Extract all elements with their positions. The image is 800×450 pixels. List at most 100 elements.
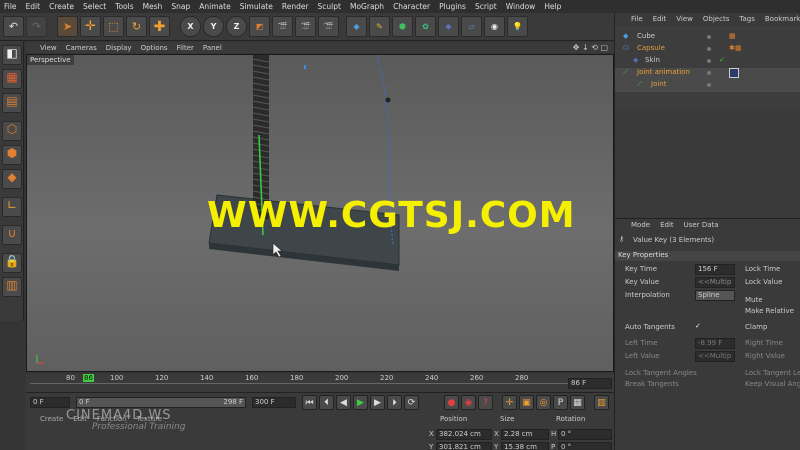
live-selection-button[interactable]: ➤ [57, 16, 78, 37]
add-deformer-button[interactable]: ◈ [438, 16, 459, 37]
rotation-h-field[interactable]: 0 ° [558, 429, 612, 440]
menu-plugins[interactable]: Plugins [439, 2, 466, 11]
left-time-field[interactable]: -8.99 F [695, 338, 735, 349]
menu-window[interactable]: Window [506, 2, 536, 11]
y-axis-button[interactable]: Y [203, 16, 224, 37]
motion-scheme-button[interactable]: ▥ [594, 395, 609, 410]
prev-frame-button[interactable]: ◀ [336, 395, 351, 410]
menu-snap[interactable]: Snap [171, 2, 190, 11]
menu-animate[interactable]: Animate [199, 2, 230, 11]
end-time-field[interactable]: 300 F [252, 397, 296, 408]
loop-button[interactable]: ⟳ [404, 395, 419, 410]
texture-mode-button[interactable]: ▦ [2, 69, 22, 89]
undo-button[interactable]: ↶ [3, 16, 24, 37]
current-frame-marker[interactable]: 86 [83, 374, 94, 382]
menu-render[interactable]: Render [282, 2, 309, 11]
rotate-tool-button[interactable]: ↻ [126, 16, 147, 37]
redo-button[interactable]: ↷ [26, 16, 47, 37]
key-position-button[interactable]: ✛ [502, 395, 517, 410]
key-rotation-button[interactable]: ◎ [536, 395, 551, 410]
objects-menu-view[interactable]: View [676, 15, 693, 26]
key-parameter-button[interactable]: P [553, 395, 568, 410]
size-y-field[interactable]: 15.38 cm [501, 442, 549, 450]
next-key-button[interactable]: ⏵ [387, 395, 402, 410]
rotation-p-field[interactable]: 0 ° [558, 442, 612, 450]
objects-menu-tags[interactable]: Tags [739, 15, 755, 26]
add-spline-button[interactable]: ✎ [369, 16, 390, 37]
scale-tool-button[interactable]: ⬚ [103, 16, 124, 37]
menu-file[interactable]: File [4, 2, 17, 11]
position-x-field[interactable]: 382.024 cm [436, 429, 492, 440]
points-mode-button[interactable]: ⬡ [2, 121, 22, 141]
menu-edit[interactable]: Edit [26, 2, 41, 11]
viewport-menu-cameras[interactable]: Cameras [66, 44, 97, 52]
attr-menu-edit[interactable]: Edit [660, 221, 674, 232]
attr-menu-mode[interactable]: Mode [631, 221, 650, 232]
record-button[interactable]: ● [444, 395, 459, 410]
viewport-nav-icons[interactable]: ✥ ↓ ⟲ ▢ [573, 43, 608, 52]
keyframe-selection-button[interactable]: ? [478, 395, 493, 410]
recent-tool-button[interactable]: ✚ [149, 16, 170, 37]
object-row-skin[interactable]: ◈ Skin ✓ [615, 56, 800, 68]
objects-menu-edit[interactable]: Edit [653, 15, 667, 26]
model-mode-button[interactable]: ◧ [2, 45, 22, 65]
viewport-menu-filter[interactable]: Filter [177, 44, 194, 52]
interpolation-dropdown[interactable]: Spline [695, 290, 735, 301]
next-frame-button[interactable]: ▶ [370, 395, 385, 410]
polygons-mode-button[interactable]: ◆ [2, 169, 22, 189]
render-picture-viewer-button[interactable]: 🎬 [295, 16, 316, 37]
position-y-field[interactable]: 301.821 cm [436, 442, 492, 450]
add-camera-button[interactable]: ◉ [484, 16, 505, 37]
object-row-cube[interactable]: ◆ Cube ▦ [615, 32, 800, 44]
key-value-field[interactable]: <<Multip [695, 277, 735, 288]
menu-simulate[interactable]: Simulate [240, 2, 273, 11]
key-properties-section[interactable]: Key Properties [615, 251, 800, 261]
workplane-lock-button[interactable]: ▥ [2, 277, 22, 297]
workplane-mode-button[interactable]: ▤ [2, 93, 22, 113]
go-to-start-button[interactable]: ⏮ [302, 395, 317, 410]
object-row-joint-animation[interactable]: ⟋ Joint animation [615, 68, 800, 80]
z-axis-button[interactable]: Z [226, 16, 247, 37]
viewport-menu-view[interactable]: View [40, 44, 57, 52]
menu-character[interactable]: Character [393, 2, 430, 11]
end-frame-field[interactable]: 86 F [568, 378, 612, 389]
ik-tag-icon[interactable] [729, 68, 739, 78]
key-pla-button[interactable]: ▦ [570, 395, 585, 410]
menu-tools[interactable]: Tools [115, 2, 133, 11]
menu-mograph[interactable]: MoGraph [350, 2, 384, 11]
axis-mode-button[interactable]: ∟ [2, 197, 22, 217]
viewport-menu-panel[interactable]: Panel [203, 44, 222, 52]
lock-workplane-button[interactable]: 🔒 [2, 253, 22, 273]
timeline-ruler[interactable]: 80 86 100 120 140 160 180 200 220 240 26… [26, 374, 614, 392]
add-nurbs-button[interactable]: ⬢ [392, 16, 413, 37]
snap-button[interactable]: ∪ [2, 225, 22, 245]
material-menu-create[interactable]: Create [40, 415, 63, 423]
left-value-field[interactable]: <<Multip [695, 351, 735, 362]
objects-menu-bookmarks[interactable]: Bookmarks [765, 15, 800, 26]
x-axis-button[interactable]: X [180, 16, 201, 37]
size-x-field[interactable]: 2.28 cm [501, 429, 549, 440]
menu-sculpt[interactable]: Sculpt [318, 2, 341, 11]
viewport-menu-display[interactable]: Display [106, 44, 132, 52]
key-time-field[interactable]: 156 F [695, 264, 735, 275]
object-row-capsule[interactable]: ⬭ Capsule ✱▦ [615, 44, 800, 56]
add-cube-button[interactable]: ◆ [346, 16, 367, 37]
start-frame-field[interactable]: 0 F [30, 397, 70, 408]
render-settings-button[interactable]: 🎬 [318, 16, 339, 37]
viewport-menu-options[interactable]: Options [141, 44, 168, 52]
spline-point[interactable] [385, 97, 391, 103]
perspective-viewport[interactable]: Perspective WWW.CGTSJ.COM [26, 54, 614, 372]
menu-mesh[interactable]: Mesh [143, 2, 163, 11]
objects-menu-objects[interactable]: Objects [703, 15, 729, 26]
menu-create[interactable]: Create [49, 2, 74, 11]
add-floor-button[interactable]: ▱ [461, 16, 482, 37]
preview-range-slider[interactable]: 0 F 298 F [76, 397, 246, 408]
move-tool-button[interactable]: ✛ [80, 16, 101, 37]
menu-select[interactable]: Select [83, 2, 106, 11]
object-row-joint[interactable]: ⟋ Joint [615, 80, 800, 92]
edges-mode-button[interactable]: ⬢ [2, 145, 22, 165]
texture-tag-icon[interactable]: ▦ [729, 32, 736, 40]
attr-menu-user-data[interactable]: User Data [684, 221, 719, 232]
autokey-button[interactable]: ◉ [461, 395, 476, 410]
add-array-button[interactable]: ✿ [415, 16, 436, 37]
